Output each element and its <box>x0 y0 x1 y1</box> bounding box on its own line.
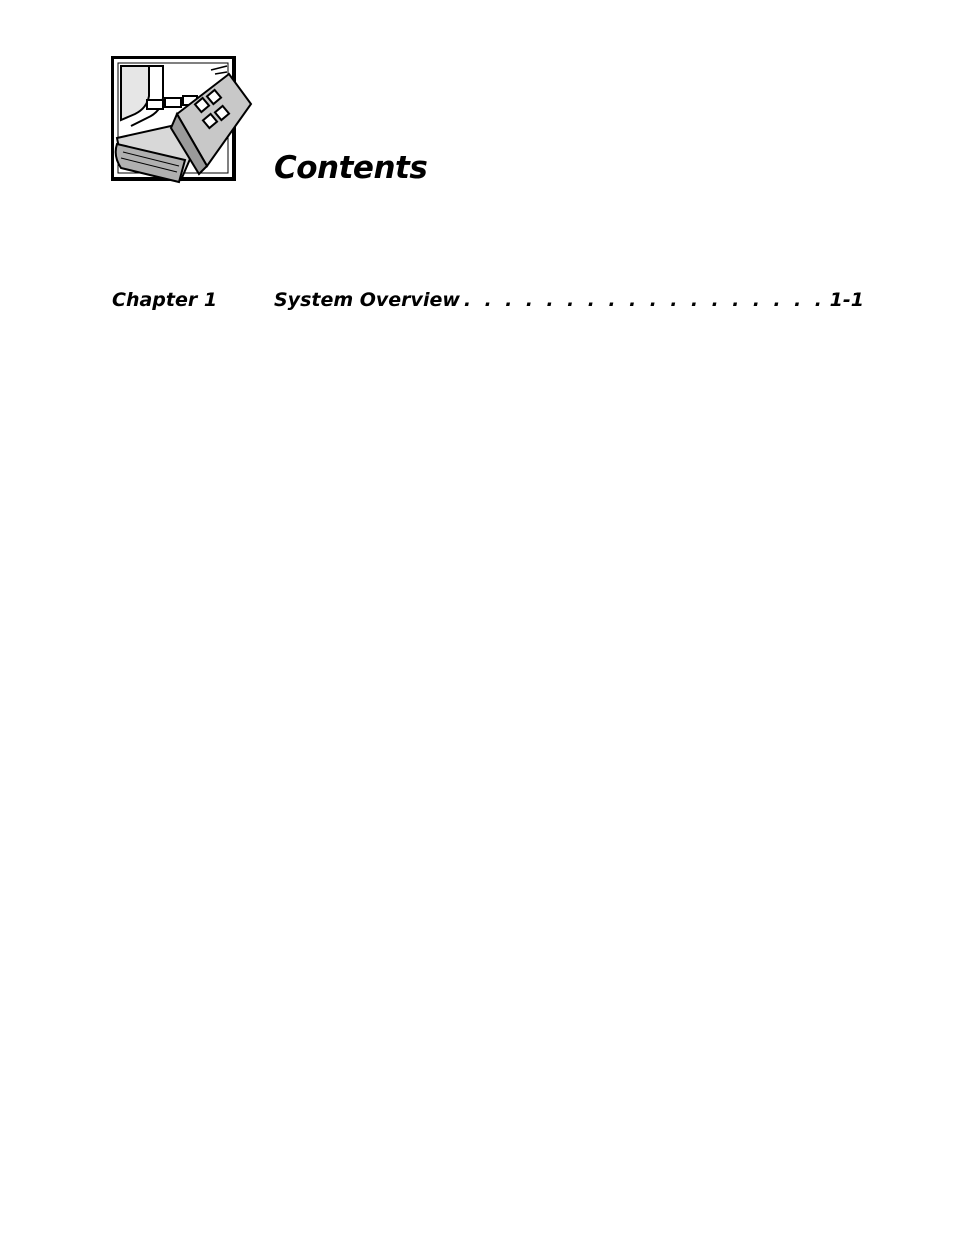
chapter-logo-icon <box>110 55 253 184</box>
toc-entry-title[interactable]: System Overview <box>274 287 460 313</box>
toc-page-number[interactable]: 1-1 <box>830 287 864 313</box>
toc-entry-line[interactable]: System Overview . . . . . . . . . . . . … <box>274 287 864 313</box>
toc-dot-leader: . . . . . . . . . . . . . . . . . . . . … <box>463 289 826 311</box>
toc-chapter-label: Chapter 1 <box>112 289 218 311</box>
page-title: Contents <box>274 150 428 186</box>
toc-entry[interactable]: Chapter 1 System Overview . . . . . . . … <box>112 287 864 313</box>
